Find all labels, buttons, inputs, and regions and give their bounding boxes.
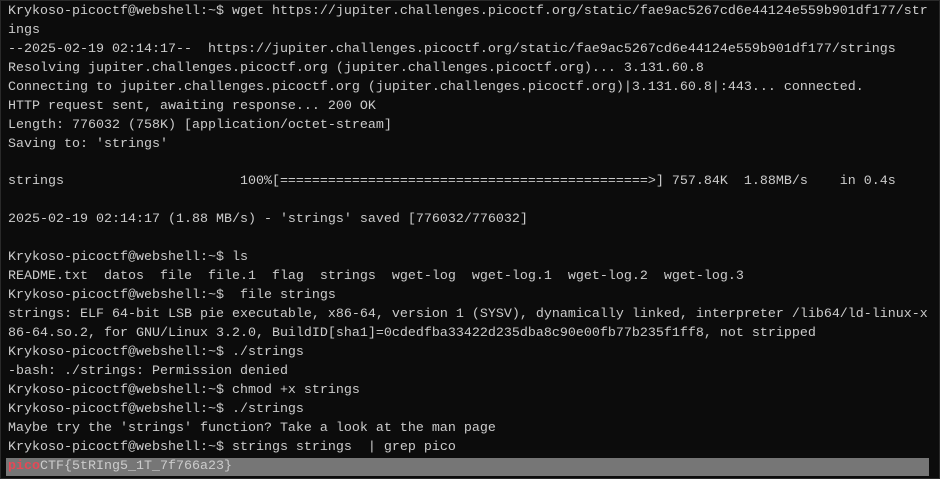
terminal-line: strings: ELF 64-bit LSB pie executable, … [8,307,928,322]
terminal-line: Krykoso-picoctf@webshell:~$ ./strings [8,344,304,360]
terminal-line: Connecting to jupiter.challenges.picoctf… [8,79,864,95]
grep-result-line: picoCTF{5tRIng5_1T_7f766a23} [6,457,929,477]
terminal-output: Krykoso-picoctf@webshell:~$ wget https:/… [8,3,939,458]
terminal-line: Krykoso-picoctf@webshell:~$ wget https:/… [8,4,928,19]
terminal-line: --2025-02-19 02:14:17-- https://jupiter.… [8,41,896,57]
terminal-line: README.txt datos file file.1 flag string… [8,269,744,285]
flag-text: CTF{5tRIng5_1T_7f766a23} [40,458,232,474]
grep-match: pico [8,458,40,474]
terminal-line: Krykoso-picoctf@webshell:~$ ls [8,250,248,266]
terminal-line: Krykoso-picoctf@webshell:~$ chmod +x str… [8,382,360,398]
terminal-line: Krykoso-picoctf@webshell:~$ ./strings [8,401,304,417]
terminal-line: -bash: ./strings: Permission denied [8,363,288,379]
terminal-line: Length: 776032 (758K) [application/octet… [8,117,392,133]
terminal-line: strings 100%[===========================… [8,174,896,190]
terminal-line: 86-64.so.2, for GNU/Linux 3.2.0, BuildID… [8,325,816,341]
terminal-line: Resolving jupiter.challenges.picoctf.org… [8,60,704,76]
terminal-line: 2025-02-19 02:14:17 (1.88 MB/s) - 'strin… [8,212,528,228]
terminal-window[interactable]: Krykoso-picoctf@webshell:~$ wget https:/… [0,0,940,479]
terminal-line: Maybe try the 'strings' function? Take a… [8,420,496,436]
terminal-line: Saving to: 'strings' [8,136,168,152]
terminal-line: Krykoso-picoctf@webshell:~$ file strings [8,288,336,304]
terminal-line: Krykoso-picoctf@webshell:~$ strings stri… [8,439,456,455]
terminal-line: HTTP request sent, awaiting response... … [8,98,376,114]
terminal-line: ings [8,22,40,38]
